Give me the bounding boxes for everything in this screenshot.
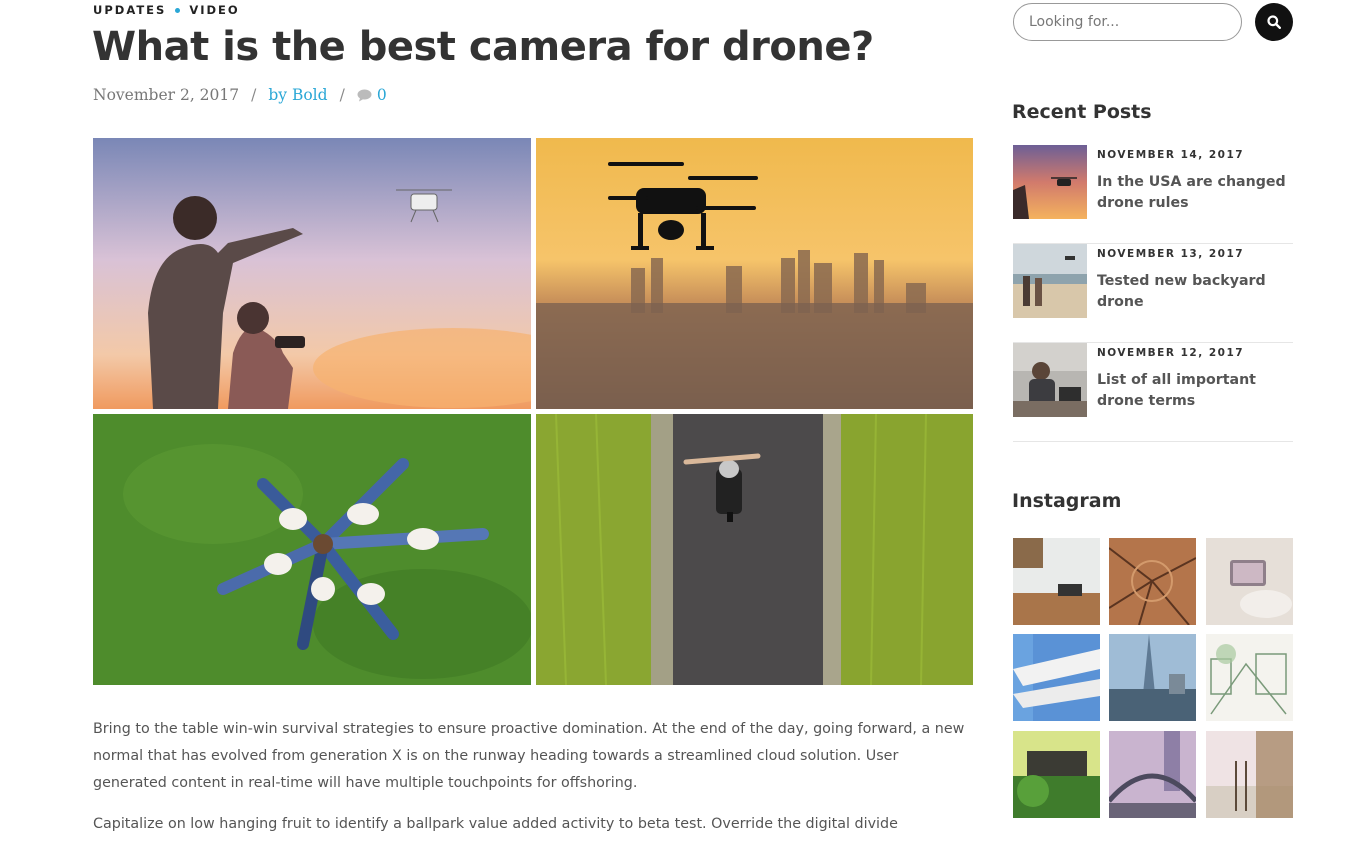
- instagram-image[interactable]: [1206, 634, 1293, 721]
- recent-post-date: NOVEMBER 13, 2017: [1097, 248, 1245, 260]
- instagram-image[interactable]: [1109, 538, 1196, 625]
- recent-post-date: NOVEMBER 12, 2017: [1097, 347, 1245, 359]
- recent-post-item[interactable]: NOVEMBER 14, 2017 In the USA are changed…: [1013, 145, 1293, 244]
- recent-post-title[interactable]: In the USA are changed drone rules: [1097, 172, 1297, 214]
- instagram-image[interactable]: [1206, 731, 1293, 818]
- recent-post-thumbnail[interactable]: [1013, 145, 1087, 219]
- search-input[interactable]: [1013, 3, 1242, 41]
- instagram-title: Instagram: [1012, 490, 1122, 512]
- gallery-image-family-drone[interactable]: [93, 138, 531, 409]
- gallery-image-drone-city[interactable]: [536, 138, 973, 409]
- recent-post-title[interactable]: Tested new backyard drone: [1097, 271, 1297, 313]
- instagram-image[interactable]: [1206, 538, 1293, 625]
- search-button[interactable]: [1255, 3, 1293, 41]
- recent-post-date: NOVEMBER 14, 2017: [1097, 149, 1245, 161]
- category-video-link[interactable]: VIDEO: [189, 3, 239, 17]
- instagram-image[interactable]: [1013, 731, 1100, 818]
- comment-icon: [357, 89, 372, 101]
- post-paragraph: Bring to the table win-win survival stra…: [93, 721, 965, 791]
- post-title: What is the best camera for drone?: [92, 24, 874, 70]
- comments-link[interactable]: 0: [357, 86, 387, 104]
- comment-count: 0: [376, 86, 387, 104]
- recent-post-thumbnail[interactable]: [1013, 343, 1087, 417]
- recent-posts-title: Recent Posts: [1012, 101, 1152, 123]
- category-separator-dot: [175, 7, 181, 13]
- instagram-image[interactable]: [1109, 634, 1196, 721]
- recent-post-thumbnail[interactable]: [1013, 244, 1087, 318]
- meta-separator: /: [251, 86, 257, 104]
- recent-post-title[interactable]: List of all important drone terms: [1097, 370, 1297, 412]
- post-date: November 2, 2017: [93, 86, 240, 104]
- author-link[interactable]: by Bold: [268, 86, 327, 104]
- post-paragraph: Capitalize on low hanging fruit to ident…: [93, 816, 898, 832]
- post-meta: November 2, 2017 / by Bold / 0: [93, 84, 387, 106]
- gallery-image-road-aerial[interactable]: [536, 414, 973, 685]
- category-updates-link[interactable]: UPDATES: [93, 3, 166, 17]
- recent-post-item[interactable]: NOVEMBER 13, 2017 Tested new backyard dr…: [1013, 244, 1293, 343]
- instagram-image[interactable]: [1013, 634, 1100, 721]
- instagram-image[interactable]: [1013, 538, 1100, 625]
- gallery-image-people-on-grass[interactable]: [93, 414, 531, 685]
- meta-separator: /: [339, 86, 345, 104]
- search-icon: [1267, 15, 1281, 29]
- post-categories: UPDATES VIDEO: [93, 3, 240, 17]
- recent-post-item[interactable]: NOVEMBER 12, 2017 List of all important …: [1013, 343, 1293, 442]
- instagram-image[interactable]: [1109, 731, 1196, 818]
